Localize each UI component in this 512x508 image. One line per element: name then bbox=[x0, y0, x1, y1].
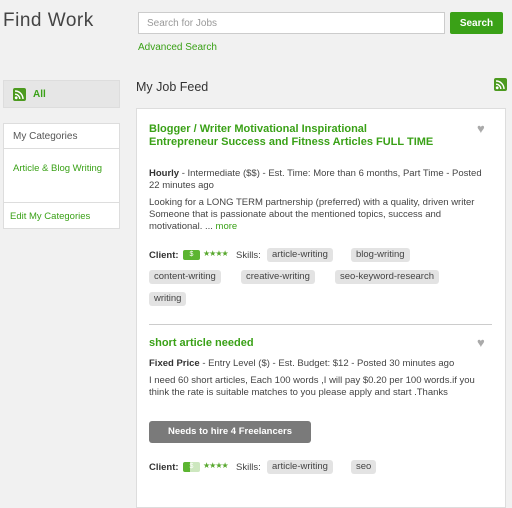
categories-heading-label: My Categories bbox=[13, 131, 78, 142]
edit-categories-link[interactable]: Edit My Categories bbox=[10, 211, 90, 222]
job-title-link[interactable]: short article needed bbox=[149, 337, 434, 350]
sidebar-item-label: All bbox=[33, 89, 46, 100]
sidebar-item-all[interactable]: All bbox=[3, 80, 120, 108]
skill-tag[interactable]: seo-keyword-research bbox=[335, 270, 439, 284]
payment-verified-icon: $ bbox=[183, 250, 200, 260]
divider bbox=[4, 202, 119, 203]
payment-verified-icon: $ bbox=[183, 462, 200, 472]
job-description-text: Looking for a LONG TERM partnership (pre… bbox=[149, 197, 475, 232]
job-meta-text: - Entry Level ($) - Est. Budget: $12 - P… bbox=[199, 358, 455, 369]
heart-icon[interactable]: ♥ bbox=[477, 122, 491, 135]
feed-title: My Job Feed bbox=[136, 80, 209, 94]
rss-icon[interactable] bbox=[494, 78, 507, 91]
skill-tag[interactable]: article-writing bbox=[267, 248, 333, 262]
skill-tag[interactable]: writing bbox=[149, 292, 187, 306]
hire-count-badge: Needs to hire 4 Freelancers bbox=[149, 421, 311, 443]
divider bbox=[149, 324, 492, 325]
job-type: Hourly bbox=[149, 168, 180, 179]
search-input[interactable] bbox=[138, 12, 445, 34]
skill-tag[interactable]: blog-writing bbox=[351, 248, 410, 262]
star-rating-icon: ★★★★ bbox=[203, 249, 229, 258]
skill-tag[interactable]: article-writing bbox=[267, 460, 333, 474]
job-meta: Fixed Price - Entry Level ($) - Est. Bud… bbox=[149, 358, 494, 370]
job-meta: Hourly - Intermediate ($$) - Est. Time: … bbox=[149, 168, 494, 191]
job-feed: Blogger / Writer Motivational Inspiratio… bbox=[136, 108, 506, 508]
job-meta-text: - Intermediate ($$) - Est. Time: More th… bbox=[149, 168, 482, 191]
categories-heading: My Categories bbox=[4, 124, 119, 149]
star-rating-icon: ★★★★ bbox=[203, 461, 229, 470]
advanced-search-link[interactable]: Advanced Search bbox=[138, 42, 217, 53]
job-description: I need 60 short articles, Each 100 words… bbox=[149, 375, 475, 398]
skills-label: Skills: bbox=[236, 462, 261, 473]
search-button[interactable]: Search bbox=[450, 12, 503, 34]
categories-panel: My Categories Article & Blog Writing Edi… bbox=[3, 123, 120, 229]
job-type: Fixed Price bbox=[149, 358, 200, 369]
skill-tag[interactable]: seo bbox=[351, 460, 377, 474]
more-link[interactable]: more bbox=[216, 221, 238, 232]
rss-icon bbox=[13, 88, 26, 101]
job-description: Looking for a LONG TERM partnership (pre… bbox=[149, 197, 494, 233]
page-title: Find Work bbox=[3, 10, 94, 31]
skill-tag[interactable]: creative-writing bbox=[241, 270, 315, 284]
heart-icon[interactable]: ♥ bbox=[477, 336, 491, 349]
skills-label: Skills: bbox=[236, 250, 261, 261]
skill-tag[interactable]: content-writing bbox=[149, 270, 221, 284]
job-title-link[interactable]: Blogger / Writer Motivational Inspiratio… bbox=[149, 123, 434, 149]
client-label: Client: bbox=[149, 462, 179, 473]
sidebar-item-article-blog-writing[interactable]: Article & Blog Writing bbox=[13, 162, 103, 175]
client-label: Client: bbox=[149, 250, 179, 261]
